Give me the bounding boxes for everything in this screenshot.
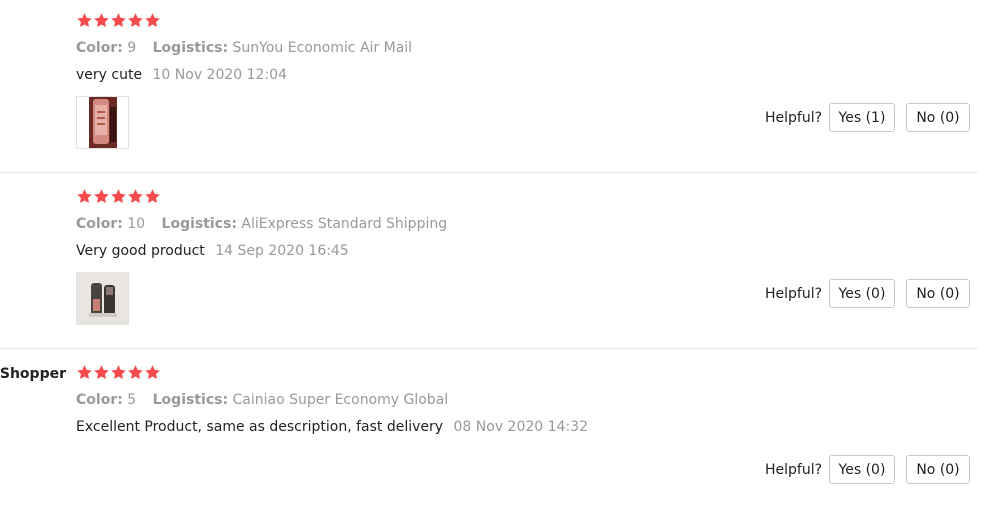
star-icon [144,12,161,29]
review-item: Color: 9 Logistics: SunYou Economic Air … [0,0,978,173]
color-value: 9 [127,40,137,56]
star-icon [127,12,144,29]
review-item: Color: 10 Logistics: AliExpress Standard… [0,172,978,349]
star-icon [76,12,93,29]
star-icon [110,12,127,29]
helpful-no-button[interactable]: No (0) [906,455,970,484]
star-icon [93,364,110,381]
logistics-value: Cainiao Super Economy Global [232,392,449,408]
review-photo-thumbnail[interactable] [76,96,129,149]
helpful-yes-button[interactable]: Yes (0) [829,279,895,308]
review-meta: Color: 5 Logistics: Cainiao Super Econom… [76,392,448,408]
logistics-label: Logistics: [161,216,237,232]
star-icon [76,364,93,381]
logistics-value: AliExpress Standard Shipping [241,216,448,232]
buyer-name: s Shopper [0,366,66,382]
color-label: Color: [76,216,123,232]
star-icon [144,188,161,205]
helpful-label: Helpful? [765,110,823,126]
lipstick-photo-icon [77,97,128,148]
star-icon [110,188,127,205]
star-rating [76,12,161,32]
helpful-yes-button[interactable]: Yes (1) [829,103,895,132]
review-text: Very good product [76,243,205,259]
logistics-label: Logistics: [152,40,229,56]
star-rating [76,364,161,384]
review-content: Excellent Product, same as description, … [76,419,588,435]
helpful-no-button[interactable]: No (0) [906,103,970,132]
review-date: 14 Sep 2020 16:45 [215,243,349,259]
review-meta: Color: 10 Logistics: AliExpress Standard… [76,216,447,232]
star-icon [144,364,161,381]
star-icon [127,364,144,381]
review-text: Excellent Product, same as description, … [76,419,444,435]
helpful-label: Helpful? [765,286,823,302]
star-icon [93,188,110,205]
lipstick-photo-icon [77,273,128,324]
review-content: very cute 10 Nov 2020 12:04 [76,67,287,83]
review-date: 10 Nov 2020 12:04 [152,67,287,83]
color-value: 5 [127,392,137,408]
review-date: 08 Nov 2020 14:32 [453,419,588,435]
star-icon [93,12,110,29]
color-label: Color: [76,392,123,408]
star-icon [110,364,127,381]
color-label: Color: [76,40,123,56]
helpful-label: Helpful? [765,462,823,478]
star-rating [76,188,161,208]
color-value: 10 [127,216,146,232]
review-photo-thumbnail[interactable] [76,272,129,325]
logistics-value: SunYou Economic Air Mail [232,40,413,56]
logistics-label: Logistics: [152,392,229,408]
star-icon [76,188,93,205]
helpful-no-button[interactable]: No (0) [906,279,970,308]
helpful-yes-button[interactable]: Yes (0) [829,455,895,484]
review-text: very cute [76,67,143,83]
review-item: s Shopper Color: 5 Logistics: Cainiao Su… [0,348,978,524]
review-content: Very good product 14 Sep 2020 16:45 [76,243,349,259]
review-meta: Color: 9 Logistics: SunYou Economic Air … [76,40,412,56]
star-icon [127,188,144,205]
